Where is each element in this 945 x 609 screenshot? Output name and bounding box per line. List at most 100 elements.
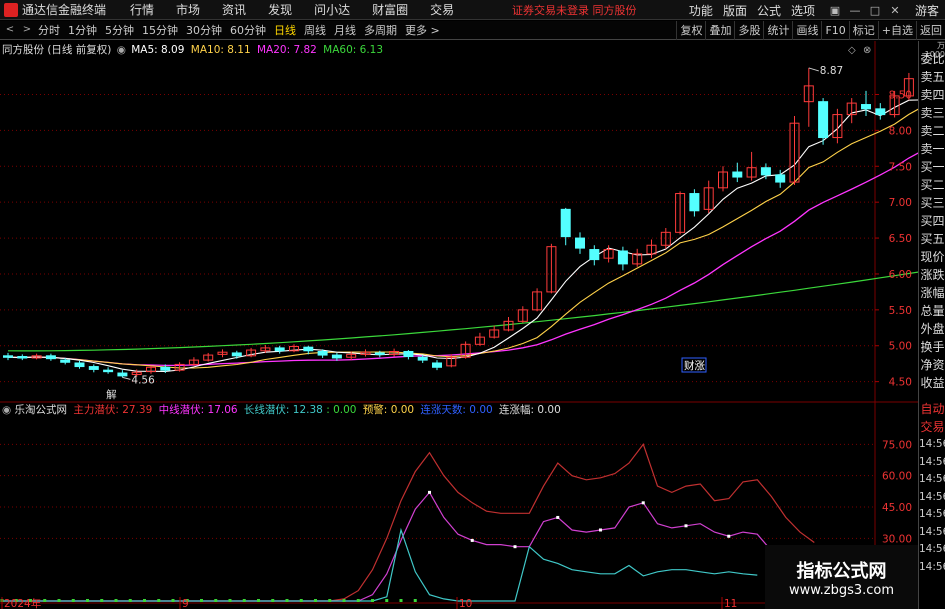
period-60min[interactable]: 60分钟: [226, 22, 270, 38]
tool-zixuan[interactable]: +自选: [877, 21, 916, 40]
low-price-label: 4.56: [131, 374, 155, 386]
guest-label[interactable]: 游客: [915, 2, 939, 19]
tool-f10[interactable]: F10: [821, 21, 848, 40]
menu-xuanxiang[interactable]: 选项: [791, 2, 815, 19]
zero-dot: [299, 599, 303, 602]
mid-qianfu-line: [2, 491, 801, 602]
menu-banmian[interactable]: 版面: [723, 2, 747, 19]
side-item-11[interactable]: 现价: [919, 248, 945, 266]
candle-down: [403, 350, 414, 358]
prev-arrow-icon[interactable]: <: [3, 23, 17, 37]
low-pointer: [122, 376, 131, 380]
candles: [3, 67, 914, 378]
period-monthly[interactable]: 月线: [330, 22, 360, 38]
period-30min[interactable]: 30分钟: [182, 22, 226, 38]
grid-layer: [0, 41, 918, 609]
side-item-12[interactable]: 涨跌: [919, 266, 945, 284]
stock-title: 同方股份 (日线 前复权): [2, 44, 112, 56]
period-multi[interactable]: 多周期: [360, 22, 401, 38]
unlock-marker: 解: [106, 388, 117, 401]
side-item-18[interactable]: 收益: [919, 374, 945, 392]
login-status[interactable]: 证券交易未登录 同方股份: [512, 2, 637, 18]
menu-gongshi[interactable]: 公式: [757, 2, 781, 19]
period-weekly[interactable]: 周线: [300, 22, 330, 38]
period-daily[interactable]: 日线: [270, 22, 300, 38]
ma-lines: [7, 99, 918, 372]
zero-dot: [100, 599, 104, 602]
candle-down: [432, 362, 442, 368]
candle-down: [317, 350, 328, 356]
menu-faxian[interactable]: 发现: [268, 1, 292, 18]
indicator-tick-label: 60.00: [882, 471, 912, 483]
menu-wenxiaoda[interactable]: 问小达: [314, 1, 350, 18]
side-item-3[interactable]: 卖三: [919, 104, 945, 122]
zero-dot: [43, 599, 47, 602]
side-item-15[interactable]: 外盘: [919, 320, 945, 338]
side-item-14[interactable]: 总量: [919, 302, 945, 320]
minimize-icon[interactable]: —: [845, 4, 865, 17]
menu-jiaoyi[interactable]: 交易: [430, 1, 454, 18]
side-trade[interactable]: 交易: [919, 418, 945, 436]
indicator-settings-icon[interactable]: ◉: [2, 404, 11, 416]
tool-duogu[interactable]: 多股: [734, 21, 763, 40]
menu-hangqing[interactable]: 行情: [130, 1, 154, 18]
ma20-value: MA20: 7.82: [256, 44, 317, 56]
period-5min[interactable]: 5分钟: [101, 22, 138, 38]
tool-fuquan[interactable]: 复权: [676, 21, 705, 40]
side-item-6[interactable]: 买一: [919, 158, 945, 176]
ma10-value: MA10: 8.11: [190, 44, 251, 56]
watermark-title: 指标公式网: [796, 560, 887, 582]
candle-down: [617, 250, 628, 265]
pane-close-icon: ⊗: [863, 45, 871, 56]
tool-tongji[interactable]: 统计: [763, 21, 792, 40]
tool-diejia[interactable]: 叠加: [705, 21, 734, 40]
restore-icon[interactable]: ▣: [825, 4, 845, 17]
side-item-5[interactable]: 卖一: [919, 140, 945, 158]
side-item-17[interactable]: 净资: [919, 356, 945, 374]
side-item-9[interactable]: 买四: [919, 212, 945, 230]
next-arrow-icon[interactable]: >: [20, 23, 34, 37]
side-item-4[interactable]: 卖二: [919, 122, 945, 140]
maximize-icon[interactable]: □: [865, 4, 885, 17]
menu-caifuquan[interactable]: 财富圈: [372, 1, 408, 18]
candle-down: [17, 356, 28, 359]
finance-marker: 财涨: [684, 359, 705, 372]
tool-fanhui[interactable]: 返回: [916, 21, 945, 40]
indicator-tick-label: 30.00: [882, 533, 912, 545]
tool-biaoji[interactable]: 标记: [848, 21, 878, 40]
zero-dot: [328, 599, 332, 602]
kline-chart[interactable]: 8.50 8.00 7.50 7.00 6.50 6.00 5.50 5.00 4.50 75.0…: [0, 41, 918, 609]
tick-time-7: 14:56: [919, 560, 945, 573]
zero-dot: [200, 599, 203, 602]
menu-shichang[interactable]: 市场: [176, 1, 200, 18]
period-1min[interactable]: 1分钟: [64, 22, 101, 38]
volume-unit-marker: 万 1000: [924, 41, 945, 59]
ma5-line: [7, 99, 918, 372]
side-item-2[interactable]: 卖四: [919, 86, 945, 104]
tool-huaxian[interactable]: 画线: [792, 21, 821, 40]
side-auto[interactable]: 自动: [919, 400, 945, 418]
zero-dot: [242, 599, 246, 602]
side-item-13[interactable]: 涨幅: [919, 284, 945, 302]
side-item-1[interactable]: 卖五: [919, 68, 945, 86]
side-item-16[interactable]: 换手: [919, 338, 945, 356]
close-icon[interactable]: ✕: [885, 4, 905, 17]
tick-time-4: 14:56: [919, 508, 945, 520]
settings-dot-icon[interactable]: ◉: [117, 44, 126, 56]
side-item-0[interactable]: 委比: [919, 50, 945, 68]
zero-dot: [71, 599, 75, 602]
date-tick-label: 9: [182, 598, 189, 609]
menu-gongneng[interactable]: 功能: [689, 2, 713, 19]
zero-dot: [257, 599, 260, 602]
indicator-main: 主力潜伏: 27.39: [73, 404, 153, 416]
period-fenshi[interactable]: 分时: [34, 22, 64, 38]
period-more[interactable]: 更多 >: [401, 22, 444, 38]
indicator-tick-label: 75.00: [882, 439, 912, 451]
side-item-10[interactable]: 买五: [919, 230, 945, 248]
menu-zixun[interactable]: 资讯: [222, 1, 246, 18]
side-item-7[interactable]: 买二: [919, 176, 945, 194]
period-15min[interactable]: 15分钟: [138, 22, 182, 38]
candle-down: [417, 356, 428, 361]
side-item-8[interactable]: 买三: [919, 194, 945, 212]
app-logo-icon: [4, 2, 18, 17]
